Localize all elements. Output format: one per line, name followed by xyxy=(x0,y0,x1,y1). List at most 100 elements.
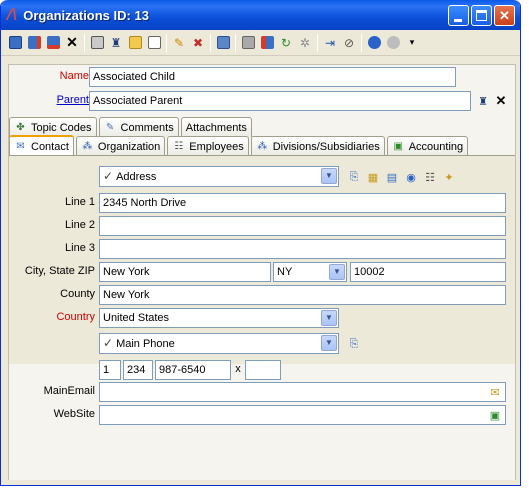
name-label: Name xyxy=(59,70,89,82)
goto-icon[interactable]: ⇥ xyxy=(322,35,338,51)
tab-accounting[interactable]: ▣ Accounting xyxy=(386,136,469,156)
check-icon: ✓ xyxy=(103,169,114,183)
send-email-icon[interactable]: ✉ xyxy=(487,384,503,400)
contact-tab-content: ✓ Address ▼ ⎘ ▦ ▤ ◉ ☷ ✦ Line 1 2345 North … xyxy=(9,155,515,480)
organization-icon: ⁂ xyxy=(82,140,93,152)
county-field[interactable]: New York xyxy=(99,285,506,305)
line3-field[interactable] xyxy=(99,239,506,259)
refresh-icon[interactable]: ↻ xyxy=(278,35,294,51)
tab-label: Attachments xyxy=(185,121,247,134)
phone-ext-field[interactable] xyxy=(245,360,281,380)
tab-contact[interactable]: ✉ Contact xyxy=(9,135,74,157)
map-icon[interactable]: ▤ xyxy=(384,169,400,185)
copy-phone-icon[interactable]: ⎘ xyxy=(346,336,362,352)
parent-clear-icon[interactable]: ✕ xyxy=(493,93,509,109)
phone-type-value: Main Phone xyxy=(116,338,175,350)
tab-employees[interactable]: ☷ Employees xyxy=(167,136,249,156)
chevron-down-icon: ▼ xyxy=(321,310,337,326)
county-label: County xyxy=(60,288,95,300)
settings-icon[interactable]: ✲ xyxy=(297,35,313,51)
tab-row-2: ✉ Contact ⁂ Organization ☷ Employees ⁂ Divis… xyxy=(9,135,470,157)
country-select[interactable]: United States ▼ xyxy=(99,308,339,328)
save-new-icon[interactable] xyxy=(26,35,42,51)
parent-link[interactable]: Parent xyxy=(19,94,89,106)
city-field[interactable]: New York xyxy=(99,262,271,282)
tab-divisions[interactable]: ⁂ Divisions/Subsidiaries xyxy=(250,136,385,156)
tab-comments[interactable]: ✎ Comments xyxy=(98,117,179,137)
website-field[interactable] xyxy=(99,405,506,425)
chevron-down-icon: ▼ xyxy=(321,168,337,184)
tab-label: Comments xyxy=(120,121,174,134)
zip-field[interactable]: 10002 xyxy=(350,262,506,282)
parent-search-icon[interactable]: ♜ xyxy=(475,93,491,109)
parent-field[interactable]: Associated Parent xyxy=(89,91,471,111)
contact-icon: ✉ xyxy=(16,141,25,152)
address-type-select[interactable]: ✓ Address ▼ xyxy=(99,166,339,187)
website-label: WebSite xyxy=(53,408,95,420)
new-address-icon[interactable]: ✦ xyxy=(441,169,457,185)
phone-number-field[interactable]: 987-6540 xyxy=(155,360,231,380)
phone-country-field[interactable]: 1 xyxy=(99,360,121,380)
line3-label: Line 3 xyxy=(65,242,95,254)
state-value: NY xyxy=(277,266,293,278)
info-icon[interactable] xyxy=(385,35,401,51)
divisions-icon: ⁂ xyxy=(257,140,268,152)
find-icon[interactable]: ♜ xyxy=(108,35,124,51)
line2-label: Line 2 xyxy=(65,219,95,231)
clear-icon[interactable]: ⊘ xyxy=(341,35,357,51)
state-select[interactable]: NY ▼ xyxy=(273,262,347,282)
ext-label: x xyxy=(235,363,241,375)
contact-lower-section: 1 234 987-6540 x MainEmail ✉ WebSite ▣ xyxy=(9,360,515,480)
main-email-field[interactable] xyxy=(99,382,506,402)
tab-organization[interactable]: ⁂ Organization xyxy=(75,136,166,156)
address-card-icon[interactable]: ☷ xyxy=(422,169,438,185)
tab-attachments[interactable]: Attachments xyxy=(180,117,252,137)
tab-label: Organization xyxy=(97,140,161,153)
toolbar: ✕ ♜ ✎ ✖ ↻ ✲ ⇥ ⊘ ▾ xyxy=(1,30,520,56)
employees-icon: ☷ xyxy=(174,140,184,152)
copy-address-icon[interactable]: ⎘ xyxy=(346,169,362,185)
print-icon[interactable] xyxy=(89,35,105,51)
tab-label: Employees xyxy=(189,140,244,153)
maximize-button[interactable] xyxy=(471,4,492,26)
line1-label: Line 1 xyxy=(65,196,95,208)
list-icon[interactable] xyxy=(146,35,162,51)
title-bar[interactable]: /\ Organizations ID: 13 ✕ xyxy=(1,0,520,30)
save-icon[interactable] xyxy=(7,35,23,51)
line1-field[interactable]: 2345 North Drive xyxy=(99,193,506,213)
open-website-icon[interactable]: ▣ xyxy=(487,407,503,423)
globe-icon[interactable]: ◉ xyxy=(403,169,419,185)
merge-icon[interactable] xyxy=(259,35,275,51)
edit-icon[interactable]: ✎ xyxy=(171,35,187,51)
minimize-button[interactable] xyxy=(448,4,469,26)
tab-row-1: ✤ Topic Codes ✎ Comments Attachments xyxy=(9,117,254,137)
phone-type-select[interactable]: ✓ Main Phone ▼ xyxy=(99,333,339,354)
help-icon[interactable] xyxy=(366,35,382,51)
country-value: United States xyxy=(103,312,170,324)
paste-address-icon[interactable]: ▦ xyxy=(365,169,381,185)
tab-topic-codes[interactable]: ✤ Topic Codes xyxy=(9,117,97,137)
tab-label: Contact xyxy=(31,141,69,153)
comments-icon: ✎ xyxy=(105,121,115,133)
city-state-zip-label: City, State ZIP xyxy=(24,265,95,277)
tab-label: Accounting xyxy=(408,140,464,153)
window-title: Organizations ID: 13 xyxy=(23,7,149,23)
copy-record-icon[interactable] xyxy=(215,35,231,51)
name-field[interactable]: Associated Child xyxy=(89,67,456,87)
delete-icon[interactable]: ✕ xyxy=(64,34,80,51)
organization-window: /\ Organizations ID: 13 ✕ ✕ ♜ ✎ ✖ ↻ ✲ ⇥ … xyxy=(0,0,521,486)
close-button[interactable]: ✕ xyxy=(494,4,515,26)
main-panel: Name Associated Child Parent Associated … xyxy=(8,64,516,480)
chevron-down-icon: ▼ xyxy=(321,335,337,351)
save-close-icon[interactable] xyxy=(45,35,61,51)
check-icon: ✓ xyxy=(103,336,114,350)
line2-field[interactable] xyxy=(99,216,506,236)
open-folder-icon[interactable] xyxy=(127,35,143,51)
remove-icon[interactable]: ✖ xyxy=(190,35,206,51)
main-email-label: MainEmail xyxy=(43,385,95,397)
phone-area-field[interactable]: 234 xyxy=(123,360,153,380)
country-label: Country xyxy=(56,311,95,323)
attach-icon[interactable] xyxy=(240,35,256,51)
app-logo-icon: /\ xyxy=(7,7,18,23)
more-icon[interactable]: ▾ xyxy=(404,35,420,51)
